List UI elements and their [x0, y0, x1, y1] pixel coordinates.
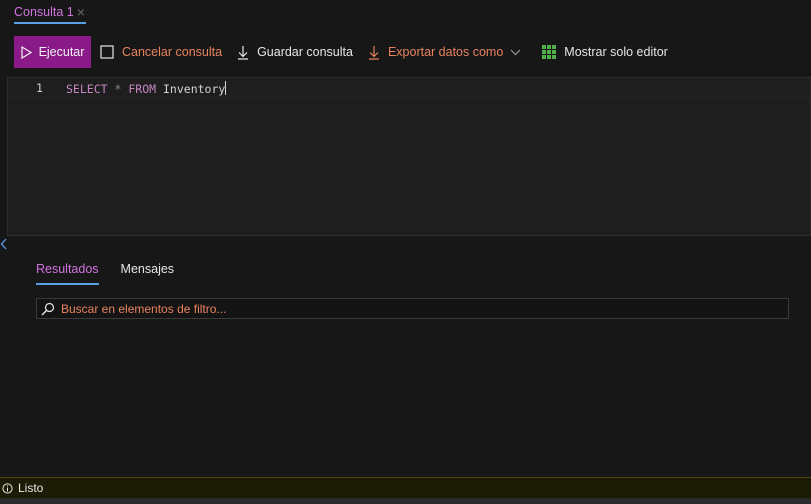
sql-editor[interactable]: 1 SELECT * FROM Inventory: [7, 77, 811, 236]
play-icon: [20, 45, 32, 59]
status-text: Listo: [18, 481, 44, 495]
chevron-left-icon[interactable]: [0, 237, 8, 251]
results-tabs: Resultados Mensajes: [36, 262, 196, 286]
tab-resultados-label: Resultados: [36, 262, 99, 276]
tab-active-underline: [14, 22, 86, 24]
export-data-label: Exportar datos como: [387, 45, 504, 59]
filter-search-input[interactable]: [61, 301, 761, 316]
save-query-button[interactable]: Guardar consulta: [237, 36, 353, 68]
line-number: 1: [36, 81, 43, 95]
keyword-from: FROM: [128, 82, 157, 96]
show-editor-only-label: Mostrar solo editor: [564, 45, 668, 59]
filter-search-box[interactable]: [36, 298, 789, 319]
tab-resultados[interactable]: Resultados: [36, 262, 99, 286]
table-identifier: Inventory: [163, 82, 226, 96]
export-arrow-icon: [368, 45, 379, 60]
search-icon: [41, 302, 55, 315]
tab-consulta-1[interactable]: Consulta 1 ×: [14, 0, 85, 24]
run-button[interactable]: Ejecutar: [14, 36, 91, 68]
bottom-scroll-strip: [0, 498, 811, 504]
text-cursor: [225, 81, 227, 95]
run-button-label: Ejecutar: [38, 45, 85, 59]
grid-icon: [542, 45, 557, 59]
chevron-down-icon: [510, 49, 521, 55]
close-icon[interactable]: ×: [77, 5, 85, 19]
info-icon: [2, 482, 13, 494]
tab-mensajes[interactable]: Mensajes: [121, 262, 175, 286]
stop-square-icon: [100, 45, 114, 59]
query-toolbar: Ejecutar Cancelar consulta Guardar consu…: [14, 36, 668, 68]
cancel-query-button[interactable]: Cancelar consulta: [100, 36, 222, 68]
code-line[interactable]: SELECT * FROM Inventory: [66, 81, 227, 96]
download-icon: [238, 45, 249, 60]
cancel-query-label: Cancelar consulta: [122, 45, 223, 59]
tab-label: Consulta 1: [14, 5, 74, 19]
status-bar: Listo: [0, 477, 811, 498]
export-data-dropdown[interactable]: Exportar datos como: [368, 36, 529, 68]
save-query-label: Guardar consulta: [257, 45, 353, 59]
tab-mensajes-label: Mensajes: [120, 262, 175, 276]
operator-star: *: [114, 82, 122, 96]
keyword-select: SELECT: [66, 82, 108, 96]
tab-active-underline: [36, 283, 99, 285]
show-editor-only-button[interactable]: Mostrar solo editor: [542, 36, 668, 68]
